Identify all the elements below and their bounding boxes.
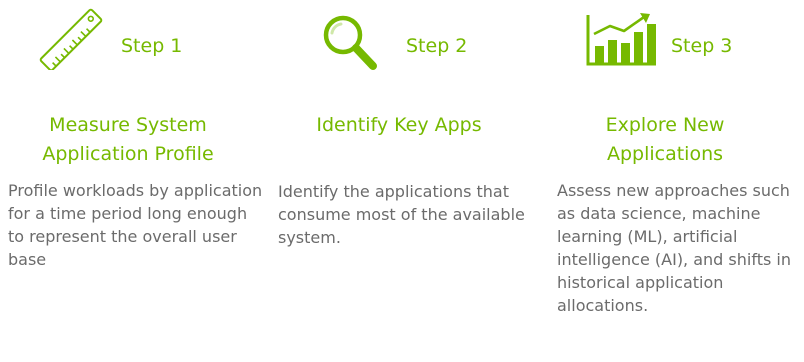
step-description: Assess new approaches such as data scien… (557, 181, 791, 315)
step-label: Step 2 (406, 35, 468, 57)
step-label: Step 3 (671, 35, 733, 57)
bar-chart-growth-icon (586, 13, 656, 66)
step-label: Step 1 (121, 35, 183, 57)
magnifier-icon (323, 15, 377, 70)
step-heading: Identify Key Apps (316, 114, 482, 136)
step-heading: Explore New Applications (605, 114, 725, 165)
step-description: Profile workloads by application for a t… (8, 181, 263, 269)
ruler-icon (39, 8, 103, 70)
step-1-column: Step 1 Measure System Application Profil… (0, 0, 268, 362)
step-heading: Measure System Application Profile (42, 114, 214, 165)
step-description: Identify the applications that consume m… (278, 182, 525, 247)
step-2-column: Step 2 Identify Key Apps Identify the ap… (270, 0, 538, 362)
step-3-column: Step 3 Explore New Applications Assess n… (540, 0, 804, 362)
